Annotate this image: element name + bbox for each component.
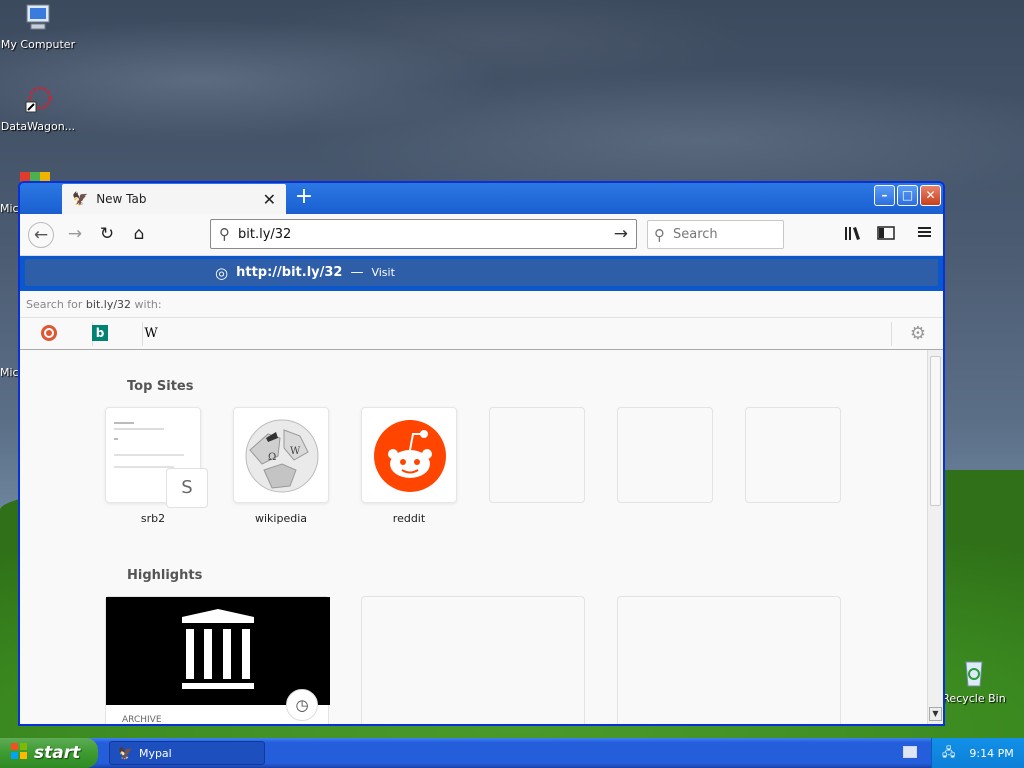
svg-text:Ω: Ω <box>268 452 276 463</box>
tab-new-tab[interactable]: 🦅 New Tab ✕ <box>62 184 286 214</box>
highlight-card-archive[interactable]: ◷ ARCHIVE <box>105 596 330 725</box>
duckduckgo-icon[interactable] <box>39 324 59 344</box>
start-label: start <box>34 743 81 763</box>
minimize-button[interactable]: – <box>874 185 895 206</box>
taskbar-item-label: Mypal <box>138 746 172 760</box>
search-box[interactable]: ⚲ Search <box>647 220 784 249</box>
top-site-empty[interactable] <box>745 407 841 503</box>
back-button[interactable]: ← <box>28 222 54 248</box>
top-sites-title: Top Sites <box>127 379 194 394</box>
desktop-icon-label: DataWagon... <box>0 120 76 133</box>
new-tab-page: Top Sites S srb2 Ω W wikipedia reddit Hi… <box>20 350 943 725</box>
go-arrow-icon[interactable]: → <box>614 224 628 244</box>
highlight-card-empty[interactable] <box>617 596 841 724</box>
url-bar[interactable]: ⚲ bit.ly/32 → <box>210 219 637 249</box>
gear-icon[interactable]: ⚙ <box>908 324 928 344</box>
network-icon[interactable]: 🖧 <box>942 743 955 764</box>
new-tab-button[interactable]: + <box>292 186 316 210</box>
scroll-down-arrow-icon[interactable]: ▼ <box>929 707 942 721</box>
reload-button[interactable]: ↻ <box>94 222 120 248</box>
keyboard-icon[interactable] <box>903 746 917 758</box>
globe-icon: ◎ <box>215 263 229 282</box>
top-site-label: wikipedia <box>254 512 307 525</box>
one-off-search-engines: b W ⚙ <box>20 317 943 350</box>
site-badge: S <box>166 468 208 508</box>
tab-close-icon[interactable]: ✕ <box>263 190 276 209</box>
scrollbar-thumb[interactable] <box>930 356 941 506</box>
mypal-tab-icon: 🦅 <box>72 191 89 207</box>
desktop-icon-label: Mic <box>0 366 19 379</box>
close-window-button[interactable]: ✕ <box>920 185 941 206</box>
url-input[interactable]: bit.ly/32 <box>238 227 606 242</box>
svg-text:W: W <box>290 446 301 457</box>
desktop-icon-datawagon[interactable]: DataWagon... <box>0 84 76 133</box>
search-with-term: bit.ly/32 <box>85 298 132 311</box>
recycle-bin-icon <box>958 656 990 688</box>
suggestion-url: http://bit.ly/32 <box>236 265 343 280</box>
search-placeholder: Search <box>673 227 718 242</box>
nav-toolbar: ← → ↻ ⌂ ⚲ bit.ly/32 → ⚲ Search <box>20 214 943 256</box>
computer-icon <box>22 2 54 34</box>
url-suggestion-row[interactable]: ◎ http://bit.ly/32 — Visit <box>25 259 938 286</box>
desktop-icon-recycle-bin[interactable]: Recycle Bin <box>936 656 1012 705</box>
top-site-label: srb2 <box>140 512 166 525</box>
top-site-empty[interactable] <box>489 407 585 503</box>
wikipedia-icon[interactable]: W <box>141 324 161 344</box>
search-icon: ⚲ <box>654 225 665 244</box>
desktop-icon-my-computer[interactable]: My Computer <box>0 2 76 51</box>
browser-window: 🦅 New Tab ✕ + – □ ✕ ← → ↻ ⌂ ⚲ bit.ly/32 … <box>18 181 945 726</box>
wikipedia-globe-icon: Ω W <box>245 419 319 493</box>
top-site-wikipedia[interactable]: Ω W <box>233 407 329 503</box>
clock[interactable]: 9:14 PM <box>969 747 1013 760</box>
reddit-icon <box>374 420 446 492</box>
mypal-icon: 🦅 <box>118 746 133 760</box>
desktop-icon-label: Mic <box>0 202 19 215</box>
tab-title: New Tab <box>96 192 147 206</box>
bing-icon[interactable]: b <box>90 324 110 344</box>
start-button[interactable]: start <box>0 738 98 768</box>
forward-button[interactable]: → <box>62 222 88 248</box>
windows-logo-icon <box>10 742 28 765</box>
taskbar-item-mypal[interactable]: 🦅 Mypal <box>109 741 265 765</box>
highlight-source: ARCHIVE <box>122 715 162 725</box>
suggestion-action: Visit <box>371 266 395 279</box>
search-with-row: Search for bit.ly/32 with: <box>20 291 943 317</box>
suggestion-dash: — <box>350 265 364 280</box>
system-tray: 🖧 9:14 PM <box>931 738 1024 768</box>
top-site-reddit[interactable] <box>361 407 457 503</box>
highlights-title: Highlights <box>127 568 203 583</box>
menu-icon[interactable] <box>915 225 935 245</box>
datawagon-icon <box>22 84 54 116</box>
top-site-label: reddit <box>392 512 426 525</box>
desktop-icon-label: My Computer <box>0 38 76 51</box>
search-with-suffix: with: <box>134 298 162 311</box>
sidebar-icon[interactable] <box>876 225 896 245</box>
top-site-empty[interactable] <box>617 407 713 503</box>
home-button[interactable]: ⌂ <box>126 222 152 248</box>
search-icon: ⚲ <box>219 225 230 243</box>
desktop-icon-label: Recycle Bin <box>942 692 1006 705</box>
top-site-srb2[interactable]: S <box>105 407 208 508</box>
library-icon[interactable] <box>843 225 863 245</box>
clock-icon: ◷ <box>286 689 318 721</box>
highlight-card-empty[interactable] <box>361 596 585 724</box>
separator <box>891 322 892 346</box>
scrollbar[interactable]: ▼ <box>927 350 943 724</box>
taskbar: start 🦅 Mypal 🖧 9:14 PM <box>0 738 1024 768</box>
maximize-button[interactable]: □ <box>897 185 918 206</box>
search-with-prefix: Search for <box>26 298 83 311</box>
tab-bar: 🦅 New Tab ✕ + – □ ✕ <box>20 183 943 214</box>
